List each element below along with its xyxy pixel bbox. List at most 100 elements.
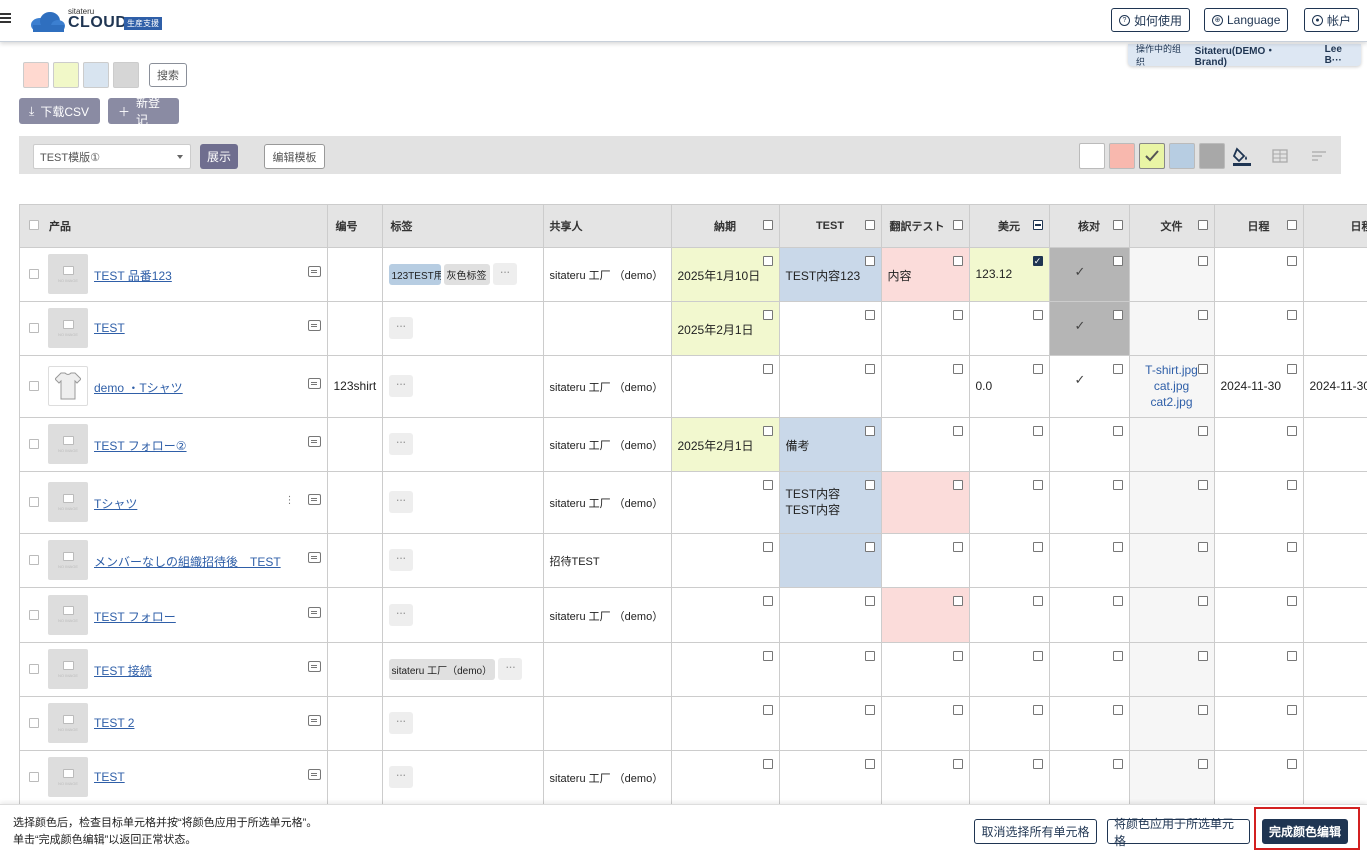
comment-icon[interactable] (307, 606, 321, 618)
schedule-2-cell[interactable]: 2024-11-30 (1303, 355, 1367, 418)
files-cell[interactable] (1129, 417, 1215, 472)
col-header-tags[interactable]: 标签 (382, 205, 544, 248)
file-link[interactable]: cat2.jpg (1136, 394, 1208, 410)
cell-select-checkbox[interactable] (1112, 758, 1123, 769)
more-tags-button[interactable]: ··· (492, 263, 517, 285)
product-link[interactable]: demo ・Tシャツ (94, 379, 183, 396)
row-checkbox[interactable] (29, 269, 39, 279)
cell-select-checkbox[interactable] (864, 650, 875, 661)
select-all-checkbox[interactable] (29, 220, 39, 230)
schedule-2-cell[interactable] (1303, 642, 1367, 697)
cell-select-checkbox[interactable] (864, 255, 875, 266)
cell-select-checkbox[interactable] (1286, 704, 1297, 715)
cell-select-checkbox[interactable] (1112, 595, 1123, 606)
col-header-sharer[interactable]: 共享人 (543, 205, 672, 248)
cell-select-checkbox[interactable] (762, 479, 773, 490)
product-thumbnail-placeholder[interactable]: NO IMAGE (48, 703, 88, 743)
cell-select-checkbox[interactable] (1286, 479, 1297, 490)
files-cell[interactable]: T-shirt.jpg cat.jpg cat2.jpg (1129, 355, 1215, 418)
table-row[interactable]: NO IMAGE TEST 接続 sitateru 工厂（demo） ··· (20, 642, 1367, 697)
cell-select-checkbox[interactable] (1032, 425, 1043, 436)
comment-icon[interactable] (307, 769, 321, 780)
row-checkbox[interactable] (29, 609, 39, 620)
cell-select-checkbox[interactable] (1112, 650, 1123, 661)
table-row[interactable]: demo ・Tシャツ 123shirt ··· sitateru 工厂 （demo） 0… (20, 355, 1367, 418)
schedule-cell[interactable] (1214, 247, 1304, 302)
cell-select-checkbox[interactable] (1032, 704, 1043, 715)
color-swatch-gray[interactable] (1199, 143, 1225, 169)
cell-select-checkbox[interactable] (952, 363, 963, 374)
tag-chip[interactable]: 灰色标签 (443, 263, 490, 285)
usd-cell[interactable] (969, 642, 1050, 697)
table-row[interactable]: NO IMAGE TEST フォロー ··· sitateru 工厂 （demo） (20, 587, 1367, 643)
schedule-cell[interactable] (1214, 533, 1304, 588)
cell-select-checkbox-checked[interactable]: ✓ (1032, 255, 1043, 266)
cell-select-checkbox[interactable] (762, 650, 773, 661)
schedule-2-cell[interactable] (1303, 533, 1367, 588)
tag-chip[interactable]: sitateru 工厂（demo） (388, 658, 496, 680)
col-header-trans[interactable]: 翻訳テスト (881, 205, 970, 248)
check-cell[interactable] (1049, 587, 1130, 643)
cell-select-checkbox[interactable] (864, 425, 875, 436)
product-thumbnail-placeholder[interactable]: NO IMAGE (48, 482, 88, 522)
test-cell[interactable] (779, 533, 882, 588)
row-checkbox[interactable] (29, 323, 39, 333)
usd-cell[interactable] (969, 696, 1050, 751)
filter-swatch-yellow[interactable] (53, 62, 79, 88)
test-cell[interactable] (779, 301, 882, 356)
table-row[interactable]: NO IMAGE TEST 品番123 123TEST用 灰色标签 ··· sitater… (20, 247, 1367, 302)
trans-cell[interactable] (881, 642, 970, 697)
col-header-files[interactable]: 文件 (1129, 205, 1215, 248)
product-link[interactable]: TEST 品番123 (94, 267, 172, 284)
filter-swatch-gray[interactable] (113, 62, 139, 88)
cell-select-checkbox[interactable] (864, 479, 875, 490)
product-thumbnail-placeholder[interactable]: NO IMAGE (48, 757, 88, 797)
table-row[interactable]: NO IMAGE TEST ··· sitateru 工厂 （demo） (20, 750, 1367, 804)
cell-select-checkbox[interactable] (864, 363, 875, 374)
files-cell[interactable] (1129, 696, 1215, 751)
row-checkbox[interactable] (29, 381, 39, 391)
apply-color-button[interactable]: 将颜色应用于所选单元格 (1107, 817, 1250, 848)
col-header-check[interactable]: 核对 (1049, 205, 1130, 248)
cell-select-checkbox[interactable] (1286, 650, 1297, 661)
cell-select-checkbox[interactable] (1032, 541, 1043, 552)
show-button[interactable]: 展示 (200, 144, 238, 169)
trans-cell[interactable] (881, 533, 970, 588)
check-cell[interactable] (1049, 696, 1130, 751)
cell-select-checkbox[interactable] (952, 541, 963, 552)
cell-select-checkbox[interactable] (1112, 541, 1123, 552)
noki-cell[interactable] (671, 587, 780, 643)
more-tags-button[interactable]: ··· (388, 433, 413, 455)
deselect-all-button[interactable]: 取消选择所有单元格 (974, 819, 1097, 844)
cell-select-checkbox[interactable] (1286, 425, 1297, 436)
color-swatch-pink[interactable] (1109, 143, 1135, 169)
cell-select-checkbox[interactable] (1286, 363, 1297, 374)
noki-cell[interactable] (671, 642, 780, 697)
table-row[interactable]: NO IMAGE TEST フォロー② ··· sitateru 工厂 （demo） 2… (20, 417, 1367, 472)
cell-select-checkbox[interactable] (1197, 425, 1208, 436)
more-tags-button[interactable]: ··· (388, 549, 413, 571)
cell-select-checkbox[interactable] (952, 255, 963, 266)
cell-select-checkbox[interactable] (952, 309, 963, 320)
product-link[interactable]: メンバーなしの組織招待後 TEST (94, 553, 281, 570)
cell-select-checkbox[interactable] (952, 595, 963, 606)
trans-cell[interactable] (881, 696, 970, 751)
check-cell[interactable] (1049, 750, 1130, 804)
test-cell[interactable]: TEST内容 TEST内容 (779, 471, 882, 534)
usd-cell[interactable] (969, 750, 1050, 804)
col-header-usd[interactable]: 美元 (969, 205, 1050, 248)
usd-cell[interactable] (969, 301, 1050, 356)
cell-select-checkbox[interactable] (1197, 479, 1208, 490)
noki-cell[interactable] (671, 696, 780, 751)
more-tags-button[interactable]: ··· (388, 491, 413, 513)
cell-select-checkbox[interactable] (864, 704, 875, 715)
product-thumbnail-placeholder[interactable]: NO IMAGE (48, 594, 88, 635)
more-tags-button[interactable]: ··· (388, 317, 413, 339)
usd-cell[interactable] (969, 587, 1050, 643)
color-swatch-white[interactable] (1079, 143, 1105, 169)
schedule-cell[interactable] (1214, 301, 1304, 356)
tag-chip[interactable]: 123TEST用 (388, 263, 441, 285)
product-link[interactable]: TEST 接続 (94, 662, 152, 679)
cell-select-checkbox[interactable] (1286, 255, 1297, 266)
cell-select-checkbox[interactable] (1032, 363, 1043, 374)
